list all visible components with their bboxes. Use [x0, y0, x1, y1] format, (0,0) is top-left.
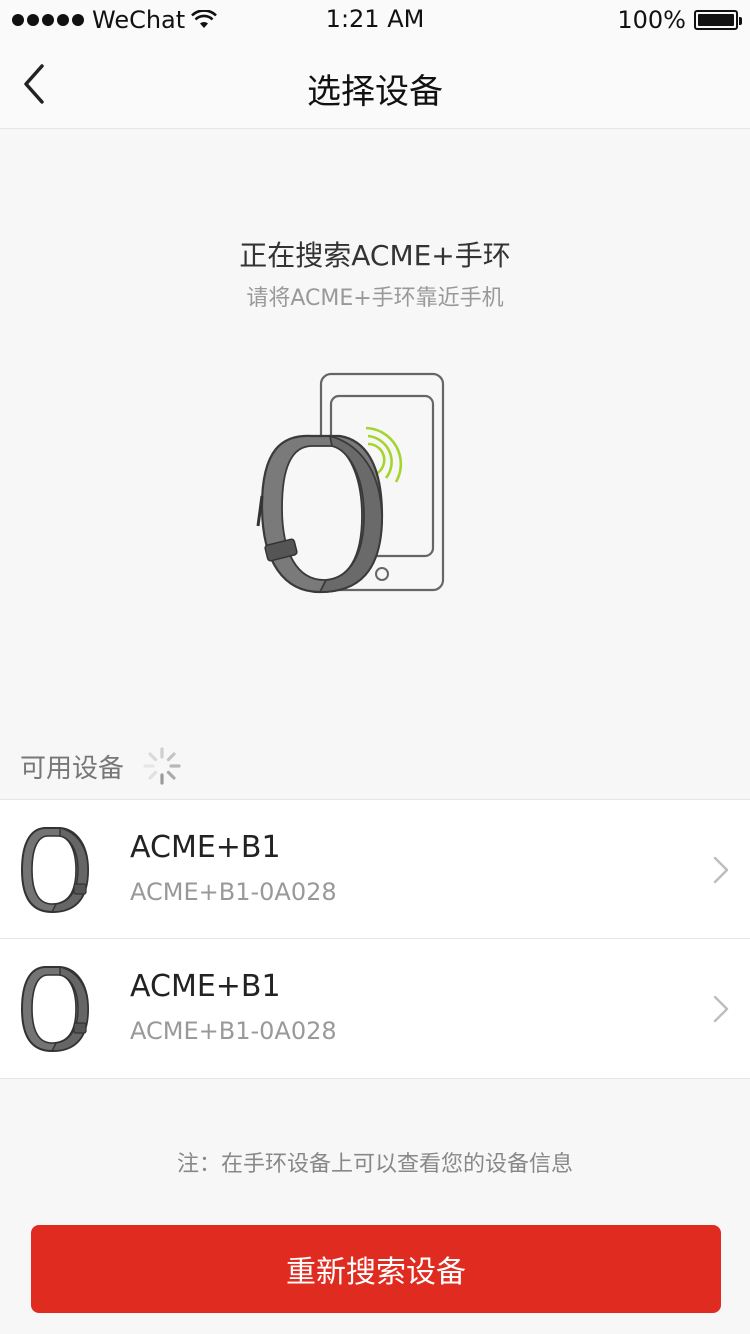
band-icon: [20, 827, 90, 914]
device-list-item[interactable]: ACME+B1 ACME+B1-0A028: [0, 800, 750, 939]
available-devices-header: 可用设备: [20, 746, 182, 786]
battery-percent: 100%: [617, 6, 686, 34]
device-list-item[interactable]: ACME+B1 ACME+B1-0A028: [0, 939, 750, 1078]
research-devices-button[interactable]: 重新搜索设备: [31, 1225, 721, 1313]
band-near-phone-illustration: [256, 372, 445, 594]
device-name: ACME+B1: [130, 969, 281, 1004]
device-info-note: 注：在手环设备上可以查看您的设备信息: [176, 1152, 573, 1177]
search-status-title: 正在搜索ACME+手环: [239, 239, 511, 272]
device-select-screen: WeChat 1:21 AM 100% 选择设备 正在搜索ACME+手环 请将A…: [0, 0, 750, 1334]
device-id: ACME+B1-0A028: [130, 878, 337, 906]
chevron-right-icon: [713, 856, 729, 884]
spinner-icon: [143, 747, 181, 785]
page-title: 选择设备: [307, 72, 443, 112]
device-name: ACME+B1: [130, 830, 281, 865]
band-icon: [256, 434, 384, 594]
status-bar: WeChat 1:21 AM 100%: [0, 0, 750, 40]
nav-bar: 选择设备: [0, 40, 750, 129]
status-right: 100%: [617, 6, 742, 34]
chevron-right-icon: [713, 995, 729, 1023]
battery-icon: [694, 10, 742, 30]
band-icon: [20, 966, 90, 1053]
device-list: ACME+B1 ACME+B1-0A028 ACME+B1 ACME+B1-0A…: [0, 799, 750, 1079]
available-devices-label: 可用设备: [20, 753, 125, 784]
device-id: ACME+B1-0A028: [130, 1017, 337, 1045]
search-status-subtitle: 请将ACME+手环靠近手机: [246, 286, 504, 311]
